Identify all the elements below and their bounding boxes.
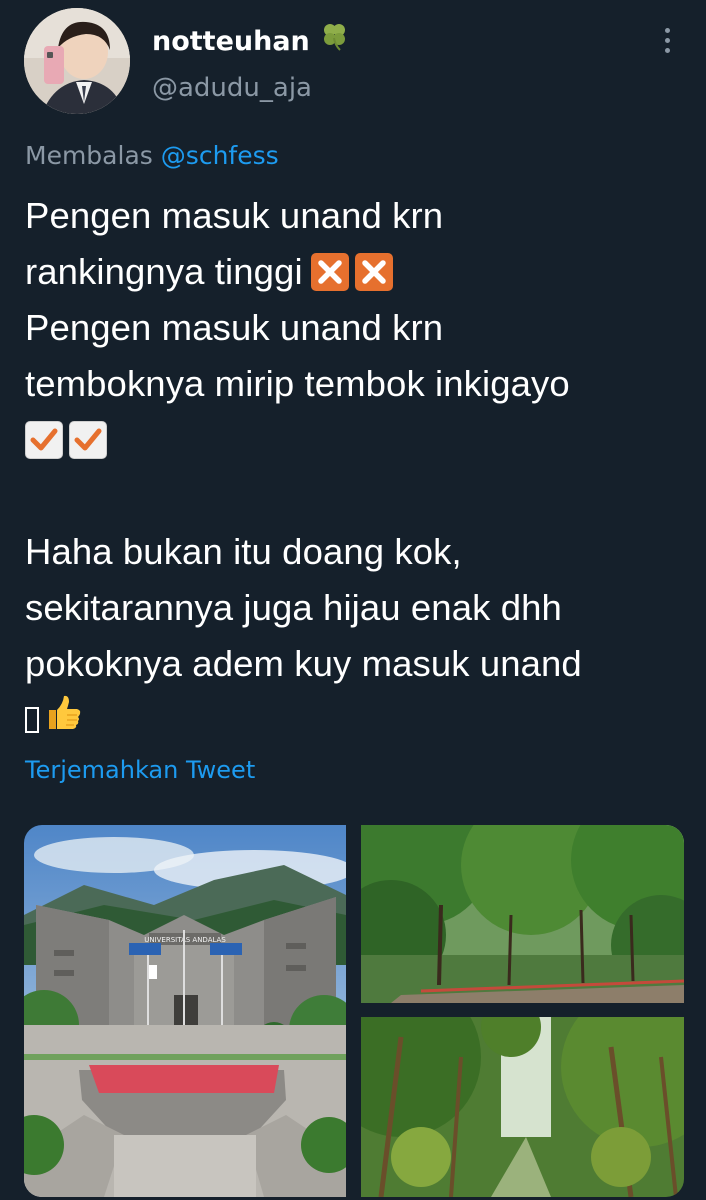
tweet-text: Pengen masuk unand krn rankingnya tinggi…: [25, 188, 695, 748]
tweet-line: Pengen masuk unand krn: [25, 307, 444, 348]
display-name-row[interactable]: notteuhan: [152, 20, 350, 63]
translate-tweet-link[interactable]: Terjemahkan Tweet: [25, 752, 255, 788]
avatar[interactable]: [24, 8, 130, 114]
display-name: notteuhan: [152, 25, 310, 57]
more-options-button[interactable]: [652, 22, 682, 58]
check-mark-icon: [25, 421, 63, 459]
tweet-page: notteuhan @adudu_aja Membalas @schfess Pe…: [0, 0, 706, 1200]
reply-mention-link[interactable]: @schfess: [161, 141, 279, 170]
reply-label: Membalas: [25, 141, 153, 170]
media-grid: UNIVERSITAS ANDALAS: [24, 825, 684, 1197]
reply-context: Membalas @schfess: [25, 138, 279, 174]
more-options-dot: [664, 37, 670, 43]
avatar-photo: [24, 8, 130, 114]
tweet-line: sekitarannya juga hijau enak dhh: [25, 587, 562, 628]
tree-lined-road-photo[interactable]: [361, 825, 684, 1003]
tweet-line-emojis: [25, 412, 695, 468]
tweet-line: pokoknya adem kuy masuk unand: [25, 643, 582, 684]
user-handle[interactable]: @adudu_aja: [152, 70, 312, 106]
forest-path-photo[interactable]: [361, 1017, 684, 1197]
campus-building-photo[interactable]: UNIVERSITAS ANDALAS: [24, 825, 346, 1197]
tweet-line: rankingnya tinggi: [25, 244, 695, 300]
missing-glyph: [25, 707, 39, 733]
campus-sign: UNIVERSITAS ANDALAS: [144, 936, 226, 944]
tweet-line: Haha bukan itu doang kok,: [25, 531, 462, 572]
tweet-line: temboknya mirip tembok inkigayo: [25, 363, 570, 404]
clover-icon: [318, 20, 350, 63]
tweet-line-emojis: [25, 692, 695, 748]
more-options-icon: [664, 27, 670, 33]
check-mark-icon: [69, 421, 107, 459]
cross-mark-icon: [354, 253, 393, 291]
tweet-line: Pengen masuk unand krn: [25, 195, 444, 236]
tweet-line-text: rankingnya tinggi: [25, 251, 303, 292]
thumbs-up-icon: [43, 692, 83, 748]
cross-mark-icon: [310, 253, 349, 291]
more-options-dot: [664, 47, 670, 53]
